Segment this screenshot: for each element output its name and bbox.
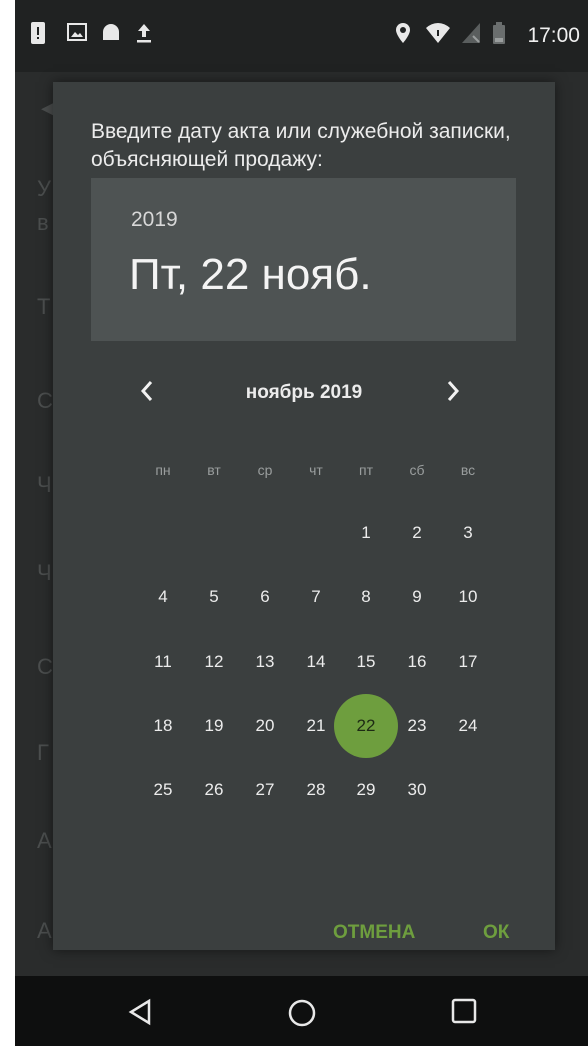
calendar-day[interactable]: 3 [443,508,493,558]
navigation-bar [15,976,588,1046]
sim-alert-icon [31,22,45,49]
image-icon [67,22,87,47]
location-icon [395,22,411,49]
calendar-day-selected[interactable]: 22 [341,701,391,751]
calendar-day[interactable]: 19 [189,701,239,751]
chevron-right-icon[interactable] [445,378,461,410]
calendar-day[interactable]: 7 [291,572,341,622]
calendar-day[interactable]: 30 [392,765,442,815]
background-text: С [37,654,53,679]
calendar-day[interactable]: 25 [138,765,188,815]
calendar-day[interactable]: 24 [443,701,493,751]
background-text: в [37,210,49,235]
weekday-label: пт [359,462,373,478]
calendar-day[interactable]: 8 [341,572,391,622]
header-date: Пт, 22 нояб. [129,250,372,299]
month-label: ноябрь 2019 [245,382,363,403]
calendar-day[interactable]: 11 [138,637,188,687]
dialog-title: Введите дату акта или служебной записки,… [91,120,511,171]
background-text: А [37,918,52,943]
calendar-day[interactable]: 14 [291,637,341,687]
calendar-day[interactable]: 20 [240,701,290,751]
background-text: Ч [37,560,52,585]
calendar-day[interactable]: 5 [189,572,239,622]
calendar-day[interactable]: 4 [138,572,188,622]
signal-icon [461,22,481,49]
battery-icon [493,22,505,49]
background-text: С [37,388,53,413]
weekday-label: пн [155,462,171,478]
calendar-day[interactable]: 12 [189,637,239,687]
background-text: Т [37,294,51,319]
background-text: Г [37,740,49,765]
wifi-icon [425,22,451,49]
android-icon [101,22,121,47]
weekday-label: вт [207,462,221,478]
calendar-day[interactable]: 10 [443,572,493,622]
home-icon[interactable] [287,998,317,1033]
calendar-day[interactable]: 16 [392,637,442,687]
calendar-day[interactable]: 18 [138,701,188,751]
upload-icon [135,22,153,49]
calendar-day[interactable]: 9 [392,572,442,622]
calendar-day[interactable]: 26 [189,765,239,815]
calendar-day[interactable]: 13 [240,637,290,687]
cancel-button[interactable]: ОТМЕНА [333,922,415,944]
background-text: Ч [37,472,52,497]
calendar-day[interactable]: 27 [240,765,290,815]
calendar-day[interactable]: 6 [240,572,290,622]
background-text: У [37,176,51,201]
screen: 17:00 ◀ У в Т С Ч Ч С Г А А Введите дату… [15,0,588,1046]
selected-date-header: 2019 Пт, 22 нояб. [91,178,516,341]
month-navigation: ноябрь 2019 [53,378,555,418]
weekday-label: сб [409,462,425,478]
status-time: 17:00 [527,24,580,47]
calendar-day[interactable]: 23 [392,701,442,751]
calendar-day[interactable]: 15 [341,637,391,687]
calendar-day[interactable]: 17 [443,637,493,687]
header-year[interactable]: 2019 [131,208,178,232]
weekday-label: ср [257,462,273,478]
date-picker-dialog: Введите дату акта или служебной записки,… [53,82,555,950]
recents-icon[interactable] [451,998,477,1029]
calendar-day[interactable]: 28 [291,765,341,815]
calendar-day[interactable]: 2 [392,508,442,558]
status-bar: 17:00 [15,0,588,72]
calendar-day[interactable]: 1 [341,508,391,558]
back-icon[interactable] [127,998,153,1031]
weekday-label: чт [309,462,323,478]
background-text: А [37,828,52,853]
calendar-day[interactable]: 29 [341,765,391,815]
weekday-label: вс [460,462,476,478]
ok-button[interactable]: ОК [483,922,509,944]
